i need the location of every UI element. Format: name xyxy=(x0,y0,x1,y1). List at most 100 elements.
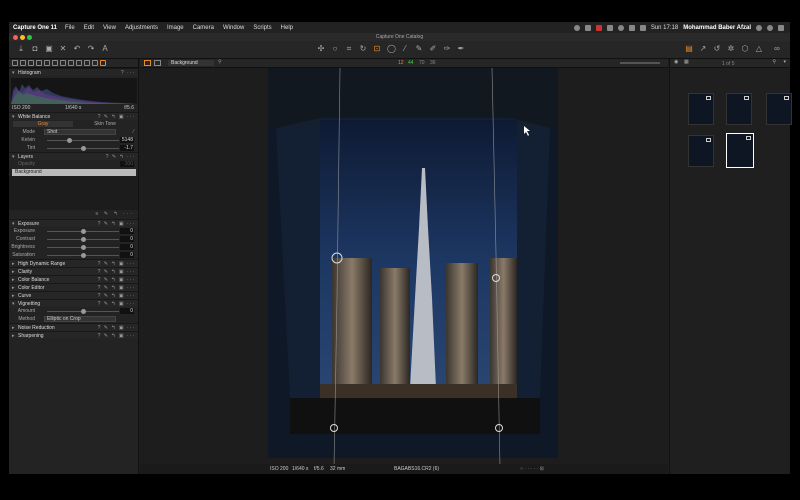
tool-high-dynamic-range[interactable]: ▸ High Dynamic Range ? ✎ ↰ ▣ ··· xyxy=(9,259,138,267)
histogram-header[interactable]: ▾ Histogram ? ··· xyxy=(9,68,138,76)
vignetting-method-select[interactable]: Elliptic on Crop xyxy=(44,316,116,322)
crop-icon[interactable]: ⌗ xyxy=(345,45,353,53)
wb-picker-icon[interactable]: ⁄ xyxy=(133,128,134,136)
window-title: Capture One Catalog xyxy=(375,34,424,40)
tool-tab-exposure[interactable] xyxy=(44,60,50,66)
histogram-graph xyxy=(11,78,137,104)
trash-icon[interactable]: ✕ xyxy=(59,45,67,53)
apply-icon[interactable]: ↗ xyxy=(699,45,707,53)
thumbnail-2[interactable] xyxy=(726,93,752,125)
wb-mode-label: Mode xyxy=(22,129,35,135)
tool-tab-meta[interactable] xyxy=(76,60,82,66)
eraser-icon[interactable]: ✐ xyxy=(429,45,437,53)
tool-noise-reduction[interactable]: ▸ Noise Reduction ? ✎ ↰ ▣ ··· xyxy=(9,323,138,331)
tool-sharpening[interactable]: ▸ Sharpening ? ✎ ↰ ▣ ··· xyxy=(9,331,138,339)
keystone-icon[interactable]: ⊡ xyxy=(373,45,381,53)
wb-tint-slider[interactable] xyxy=(47,146,119,151)
main-toolbar: ⤓ ◘ ▣ ✕ ↶ ↷ A ✣ ○ ⌗ ↻ ⊡ ◯ ⁄ ✎ ✐ ✑ ✒ ▤ ↗ … xyxy=(9,41,790,59)
tool-color-editor[interactable]: ▸ Color Editor ? ✎ ↰ ▣ ··· xyxy=(9,283,138,291)
gradient-icon[interactable]: ✑ xyxy=(443,45,451,53)
layer-select[interactable]: Background xyxy=(168,60,214,66)
zoom-window-button[interactable] xyxy=(27,35,32,40)
text-icon[interactable]: A xyxy=(101,45,109,53)
eye-icon[interactable]: ◉ xyxy=(674,59,678,65)
pan-icon[interactable]: ✣ xyxy=(317,45,325,53)
tool-tab-local[interactable] xyxy=(60,60,66,66)
picker-icon[interactable]: ⁄ xyxy=(401,45,409,53)
spot-icon[interactable]: ◯ xyxy=(387,45,396,53)
layer-options-icon[interactable]: ⚲ xyxy=(218,59,222,65)
zoom-preset-1[interactable]: 12 xyxy=(398,60,404,66)
rating-dots[interactable]: ○ · · · · · ⊠ xyxy=(520,464,544,474)
tool-tab-adjust[interactable] xyxy=(68,60,74,66)
zoom-preset-2[interactable]: 44 xyxy=(408,60,414,66)
tool-tab-style[interactable] xyxy=(100,60,106,66)
multi-view-icon[interactable] xyxy=(154,60,161,66)
thumbnail-5-selected[interactable] xyxy=(726,133,754,168)
white-balance-header[interactable]: ▾ White Balance ? ✎ ↰ ▣ ··· xyxy=(9,112,138,120)
warning-icon[interactable]: △ xyxy=(755,45,763,53)
layers-header[interactable]: ▾ Layers ? ✎ ↰ ··· xyxy=(9,152,138,160)
glasses-icon[interactable]: ∞ xyxy=(773,45,781,53)
close-window-button[interactable] xyxy=(13,35,18,40)
tool-tab-lens[interactable] xyxy=(28,60,34,66)
rotate-icon[interactable]: ↻ xyxy=(359,45,367,53)
zoom-preset-3[interactable]: 70 xyxy=(419,60,425,66)
tool-color-balance[interactable]: ▸ Color Balance ? ✎ ↰ ▣ ··· xyxy=(9,275,138,283)
tool-tab-details[interactable] xyxy=(52,60,58,66)
wb-kelvin-value[interactable]: 5148 xyxy=(120,137,134,143)
saturation-slider[interactable] xyxy=(47,253,119,258)
vignetting-amount-value[interactable]: 0 xyxy=(120,308,134,314)
photo-canvas[interactable] xyxy=(140,68,668,464)
contrast-value[interactable]: 0 xyxy=(120,236,134,242)
layer-background[interactable]: Background xyxy=(12,169,136,176)
brush-icon[interactable]: ✎ xyxy=(415,45,423,53)
layers-opacity-value[interactable]: 100 xyxy=(120,161,134,167)
thumbnail-3[interactable] xyxy=(766,93,792,125)
single-view-icon[interactable] xyxy=(144,60,151,66)
tab-gray[interactable]: Gray xyxy=(13,121,73,127)
search-icon[interactable]: ⚲ xyxy=(772,59,776,65)
exposure-slider[interactable] xyxy=(47,229,119,234)
exposure-header[interactable]: ▾ Exposure ? ✎ ↰ ▣ ··· xyxy=(9,219,138,227)
capture-icon[interactable]: ▣ xyxy=(45,45,53,53)
thumbnail-4[interactable] xyxy=(688,135,714,167)
vignetting-header[interactable]: ▾ Vignetting ? ✎ ↰ ▣ ··· xyxy=(9,299,138,307)
thumbnail-1[interactable] xyxy=(688,93,714,125)
filter-icon[interactable]: ▾ xyxy=(783,59,786,65)
fill-icon[interactable]: ✒ xyxy=(457,45,465,53)
tab-skin-tone[interactable]: Skin Tone xyxy=(75,121,135,127)
wb-tint-label: Tint xyxy=(26,145,35,151)
redo-icon[interactable]: ↷ xyxy=(87,45,95,53)
tool-tab-color[interactable] xyxy=(36,60,42,66)
camera-icon[interactable]: ◘ xyxy=(31,45,39,53)
undo-icon[interactable]: ↶ xyxy=(73,45,81,53)
proof-icon[interactable]: ⬡ xyxy=(741,45,749,53)
zoom-slider[interactable] xyxy=(620,62,660,64)
saturation-value[interactable]: 0 xyxy=(120,252,134,258)
vignetting-amount-slider[interactable] xyxy=(47,309,119,314)
wb-tint-value[interactable]: -1.7 xyxy=(120,145,134,151)
download-icon[interactable]: ⤓ xyxy=(17,45,25,53)
minimize-window-button[interactable] xyxy=(20,35,25,40)
loupe-icon[interactable]: ○ xyxy=(331,45,339,53)
copy-adjustments-icon[interactable]: ▤ xyxy=(685,45,693,53)
wb-kelvin-slider[interactable] xyxy=(47,138,119,143)
layers-action-icons[interactable]: ≡ ✎ ↰ ··· xyxy=(96,211,134,217)
tool-curve[interactable]: ▸ Curve ? ✎ ↰ ▣ ··· xyxy=(9,291,138,299)
tool-tab-batch[interactable] xyxy=(92,60,98,66)
tool-tab-output[interactable] xyxy=(84,60,90,66)
tool-tab-library[interactable] xyxy=(12,60,18,66)
brightness-value[interactable]: 0 xyxy=(120,244,134,250)
grid-icon[interactable]: ▦ xyxy=(684,59,689,65)
tool-clarity[interactable]: ▸ Clarity ? ✎ ↰ ▣ ··· xyxy=(9,267,138,275)
tool-tab-capture[interactable] xyxy=(20,60,26,66)
reset-icon[interactable]: ↺ xyxy=(713,45,721,53)
exposure-value[interactable]: 0 xyxy=(120,228,134,234)
zoom-preset-4[interactable]: 36 xyxy=(430,60,436,66)
settings-icon[interactable]: ✲ xyxy=(727,45,735,53)
contrast-slider[interactable] xyxy=(47,237,119,242)
wb-mode-select[interactable]: Shot xyxy=(44,129,116,135)
brightness-slider[interactable] xyxy=(47,245,119,250)
image-viewer[interactable] xyxy=(140,68,668,464)
